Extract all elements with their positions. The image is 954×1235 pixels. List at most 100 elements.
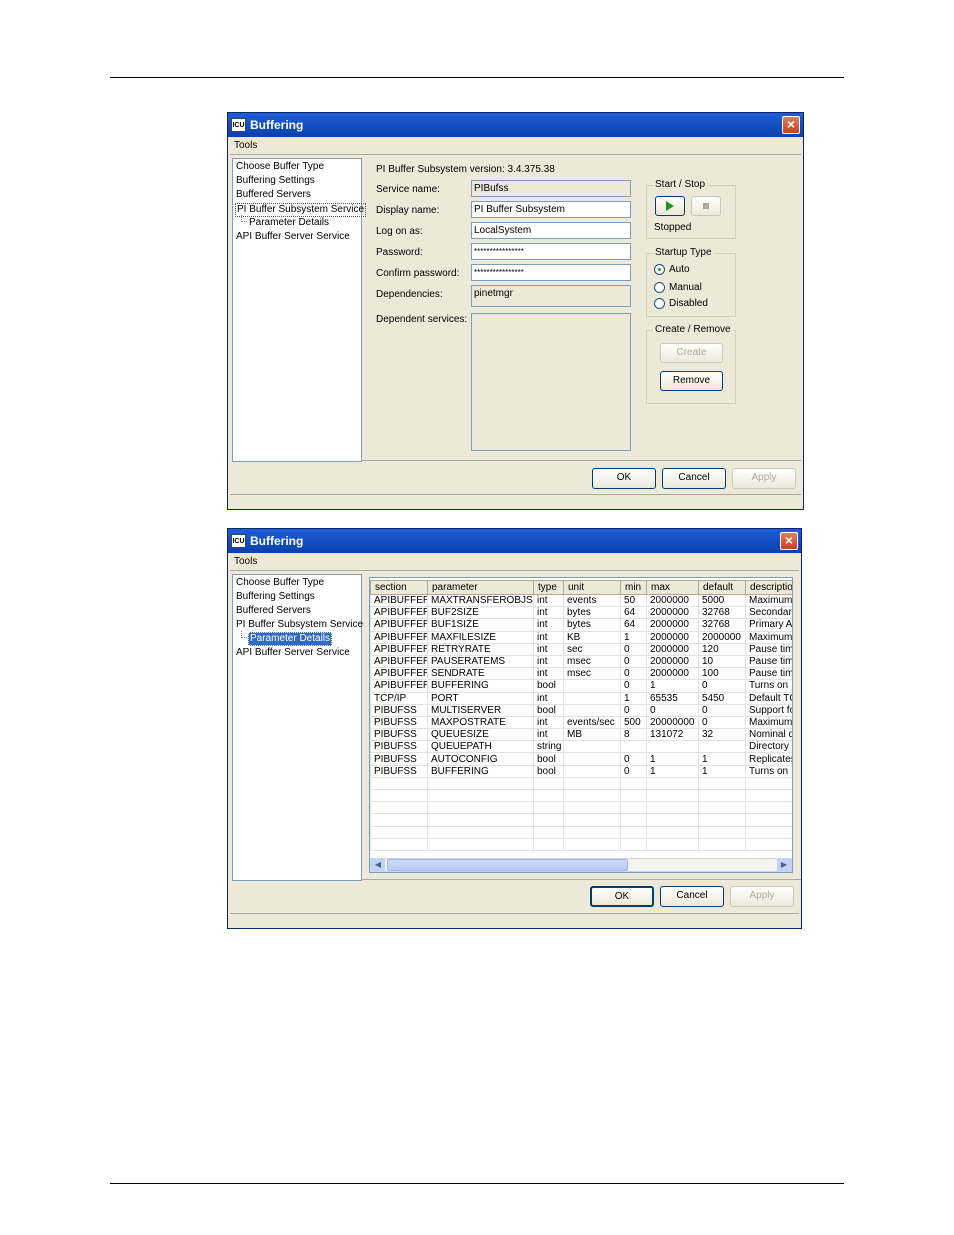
table-row[interactable]: APIBUFFER SENDRATE int msec 0 2000000 100 Pause… bbox=[370, 667, 792, 681]
table-cell[interactable]: APIBUFFER bbox=[370, 606, 428, 620]
close-button[interactable]: × bbox=[782, 116, 800, 134]
table-row[interactable]: PIBUFSS AUTOCONFIG bool 0 1 1 Replicates bbox=[370, 752, 792, 766]
table-cell[interactable]: KB bbox=[563, 630, 621, 644]
table-row[interactable]: APIBUFFER BUF2SIZE int bytes 64 2000000 32768 S… bbox=[370, 606, 792, 620]
table-cell[interactable]: 0 bbox=[646, 703, 699, 717]
table-cell[interactable]: bool bbox=[533, 679, 564, 693]
ok-button[interactable]: OK bbox=[592, 468, 656, 489]
table-cell[interactable]: APIBUFFER bbox=[370, 593, 428, 608]
table-cell[interactable]: 10 bbox=[698, 654, 746, 669]
table-cell[interactable]: events/sec bbox=[563, 715, 621, 730]
tree-item-buffered-servers[interactable]: Buffered Servers bbox=[236, 605, 311, 617]
table-cell[interactable]: 0 bbox=[698, 703, 746, 717]
table-cell[interactable]: 1 bbox=[646, 679, 699, 693]
table-cell[interactable]: 32 bbox=[698, 728, 746, 742]
menu-tools[interactable]: Tools bbox=[234, 140, 257, 151]
cancel-button[interactable]: Cancel bbox=[662, 468, 726, 489]
table-cell[interactable]: int bbox=[533, 715, 564, 730]
password-field[interactable]: **************** bbox=[471, 243, 631, 260]
table-row[interactable]: APIBUFFER RETRYRATE int sec 0 2000000 120 Pause… bbox=[370, 642, 792, 656]
table-cell[interactable]: Maximum bbox=[745, 593, 792, 608]
table-cell[interactable] bbox=[620, 740, 647, 754]
table-row[interactable]: APIBUFFER PAUSERATEMS int msec 0 2000000 10 Pau… bbox=[370, 654, 792, 669]
table-cell[interactable]: MAXTRANSFEROBJS bbox=[427, 593, 534, 608]
table-cell[interactable]: 0 bbox=[620, 654, 647, 669]
table-cell[interactable]: 0 bbox=[620, 752, 647, 766]
table-cell[interactable]: Maximum bbox=[745, 715, 792, 730]
column-header[interactable]: type bbox=[533, 580, 564, 595]
table-cell[interactable]: APIBUFFER bbox=[370, 642, 428, 656]
table-cell[interactable]: BUF1SIZE bbox=[427, 618, 534, 632]
table-cell[interactable]: 0 bbox=[620, 764, 647, 778]
table-cell[interactable]: bool bbox=[533, 703, 564, 717]
table-cell[interactable] bbox=[698, 740, 746, 754]
column-header[interactable]: unit bbox=[563, 580, 621, 595]
table-cell[interactable]: 2000000 bbox=[646, 654, 699, 669]
horizontal-scrollbar[interactable]: ◀ ▶ bbox=[370, 858, 792, 872]
table-cell[interactable]: 1 bbox=[646, 764, 699, 778]
tree-item-parameter-details[interactable]: Parameter Details bbox=[248, 632, 333, 646]
table-cell[interactable]: BUFFERING bbox=[427, 764, 534, 778]
table-cell[interactable]: 2000000 bbox=[646, 630, 699, 644]
apply-button[interactable]: Apply bbox=[732, 468, 796, 489]
table-cell[interactable]: 0 bbox=[620, 679, 647, 693]
table-cell[interactable]: RETRYRATE bbox=[427, 642, 534, 656]
table-row[interactable]: APIBUFFER BUF1SIZE int bytes 64 2000000 32768 P… bbox=[370, 618, 792, 632]
table-cell[interactable]: string bbox=[533, 740, 564, 754]
menu-tools[interactable]: Tools bbox=[234, 556, 257, 567]
table-cell[interactable]: 64 bbox=[620, 618, 647, 632]
table-cell[interactable]: 2000000 bbox=[646, 606, 699, 620]
tree-item-api-buffer-server-service[interactable]: API Buffer Server Service bbox=[236, 647, 350, 659]
table-cell[interactable]: PORT bbox=[427, 691, 534, 705]
stop-button[interactable] bbox=[691, 196, 721, 216]
table-cell[interactable]: BUF2SIZE bbox=[427, 606, 534, 620]
table-cell[interactable]: 0 bbox=[620, 667, 647, 681]
table-cell[interactable]: PIBUFSS bbox=[370, 715, 428, 730]
table-row[interactable]: TCP/IP PORT int 1 65535 5450 Default TC bbox=[370, 691, 792, 705]
table-cell[interactable]: 65535 bbox=[646, 691, 699, 705]
table-cell[interactable]: Replicates bbox=[745, 752, 792, 766]
table-cell[interactable]: BUFFERING bbox=[427, 679, 534, 693]
table-cell[interactable]: APIBUFFER bbox=[370, 630, 428, 644]
table-cell[interactable]: 5000 bbox=[698, 593, 746, 608]
column-header[interactable]: section bbox=[370, 580, 428, 595]
table-cell[interactable] bbox=[563, 679, 621, 693]
column-header[interactable]: descriptio bbox=[745, 580, 792, 595]
table-cell[interactable]: 2000000 bbox=[646, 642, 699, 656]
tree-item-api-buffer-server-service[interactable]: API Buffer Server Service bbox=[236, 231, 350, 243]
start-button[interactable] bbox=[655, 196, 685, 216]
table-cell[interactable]: PIBUFSS bbox=[370, 728, 428, 742]
table-cell[interactable] bbox=[563, 752, 621, 766]
table-cell[interactable]: MAXPOSTRATE bbox=[427, 715, 534, 730]
tree-item-buffering-settings[interactable]: Buffering Settings bbox=[236, 591, 315, 603]
table-cell[interactable]: APIBUFFER bbox=[370, 667, 428, 681]
table-cell[interactable]: Pause tim bbox=[745, 642, 792, 656]
radio-auto[interactable] bbox=[654, 264, 665, 275]
tree-item-buffered-servers[interactable]: Buffered Servers bbox=[236, 189, 311, 201]
close-button[interactable]: × bbox=[780, 532, 798, 550]
table-row[interactable]: PIBUFSS QUEUESIZE int MB 8 131072 32 Nominal d bbox=[370, 728, 792, 742]
table-cell[interactable] bbox=[563, 740, 621, 754]
column-header[interactable]: min bbox=[620, 580, 647, 595]
table-cell[interactable]: 2000000 bbox=[646, 618, 699, 632]
table-cell[interactable]: Primary AP bbox=[745, 618, 792, 632]
table-cell[interactable]: PIBUFSS bbox=[370, 703, 428, 717]
table-row[interactable]: APIBUFFER MAXFILESIZE int KB 1 2000000 2000000… bbox=[370, 630, 792, 644]
table-cell[interactable]: Nominal d bbox=[745, 728, 792, 742]
tree-item-parameter-details[interactable]: Parameter Details bbox=[249, 217, 329, 229]
table-cell[interactable]: APIBUFFER bbox=[370, 618, 428, 632]
table-row[interactable]: PIBUFSS MULTISERVER bool 0 0 0 Support fo bbox=[370, 703, 792, 717]
table-cell[interactable]: Default TC bbox=[745, 691, 792, 705]
cancel-button[interactable]: Cancel bbox=[660, 886, 724, 907]
scroll-left-arrow-icon[interactable]: ◀ bbox=[371, 859, 385, 871]
table-cell[interactable]: Pause tim bbox=[745, 654, 792, 669]
table-cell[interactable] bbox=[563, 691, 621, 705]
table-cell[interactable]: 1 bbox=[620, 691, 647, 705]
table-cell[interactable]: Turns on bbox=[745, 764, 792, 778]
table-cell[interactable]: 20000000 bbox=[646, 715, 699, 730]
table-cell[interactable]: 8 bbox=[620, 728, 647, 742]
table-cell[interactable]: int bbox=[533, 654, 564, 669]
table-cell[interactable]: 50 bbox=[620, 593, 647, 608]
scrollbar-thumb[interactable] bbox=[387, 859, 628, 871]
table-cell[interactable]: 5450 bbox=[698, 691, 746, 705]
